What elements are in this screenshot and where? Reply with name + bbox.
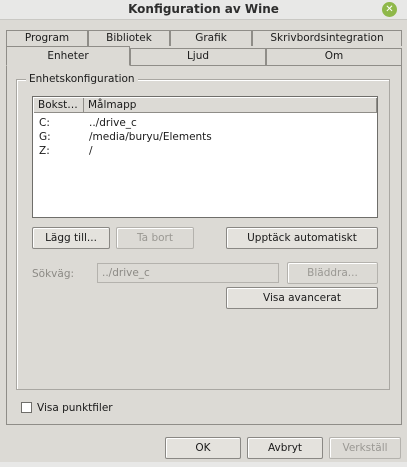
list-item[interactable]: C: ../drive_c (33, 116, 377, 130)
cancel-button[interactable]: Avbryt (247, 437, 323, 459)
column-header-target[interactable]: Målmapp (84, 98, 377, 113)
drive-path: /media/buryu/Elements (89, 131, 212, 143)
column-header-letter[interactable]: Bokst… (34, 98, 84, 113)
tab-om[interactable]: Om (266, 48, 402, 65)
drive-path: / (89, 145, 93, 157)
tab-grafik[interactable]: Grafik (170, 30, 252, 46)
tab-program[interactable]: Program (6, 30, 88, 46)
tab-enheter[interactable]: Enheter (6, 46, 130, 66)
close-icon[interactable]: ✕ (382, 2, 397, 17)
drive-letter: G: (39, 131, 51, 143)
list-item[interactable]: G: /media/buryu/Elements (33, 130, 377, 144)
show-advanced-button[interactable]: Visa avancerat (226, 287, 378, 309)
path-label: Sökväg: (32, 268, 75, 280)
title-bar: Konfiguration av Wine ✕ (0, 0, 407, 20)
list-item[interactable]: Z: / (33, 144, 377, 158)
drive-list[interactable]: Bokst… Målmapp C: ../drive_c G: /media/b… (32, 96, 378, 218)
autodetect-button[interactable]: Upptäck automatiskt (226, 227, 378, 249)
add-drive-button[interactable]: Lägg till... (32, 227, 110, 249)
drive-path: ../drive_c (89, 117, 137, 129)
bottom-strip (0, 462, 407, 467)
browse-button[interactable]: Bläddra... (287, 262, 378, 284)
apply-button[interactable]: Verkställ (329, 437, 401, 459)
tab-skrivbordsintegration[interactable]: Skrivbordsintegration (252, 30, 402, 46)
drive-letter: Z: (39, 145, 50, 157)
remove-drive-button[interactable]: Ta bort (116, 227, 194, 249)
group-label: Enhetskonfiguration (26, 73, 138, 85)
drive-letter: C: (39, 117, 50, 129)
path-input[interactable]: ../drive_c (97, 263, 279, 283)
window-title: Konfiguration av Wine (128, 2, 279, 16)
ok-button[interactable]: OK (165, 437, 241, 459)
tab-ljud[interactable]: Ljud (130, 48, 266, 65)
show-dotfiles-label[interactable]: Visa punktfiler (37, 402, 113, 414)
tab-bibliotek[interactable]: Bibliotek (88, 30, 170, 46)
show-dotfiles-checkbox[interactable] (21, 402, 32, 413)
